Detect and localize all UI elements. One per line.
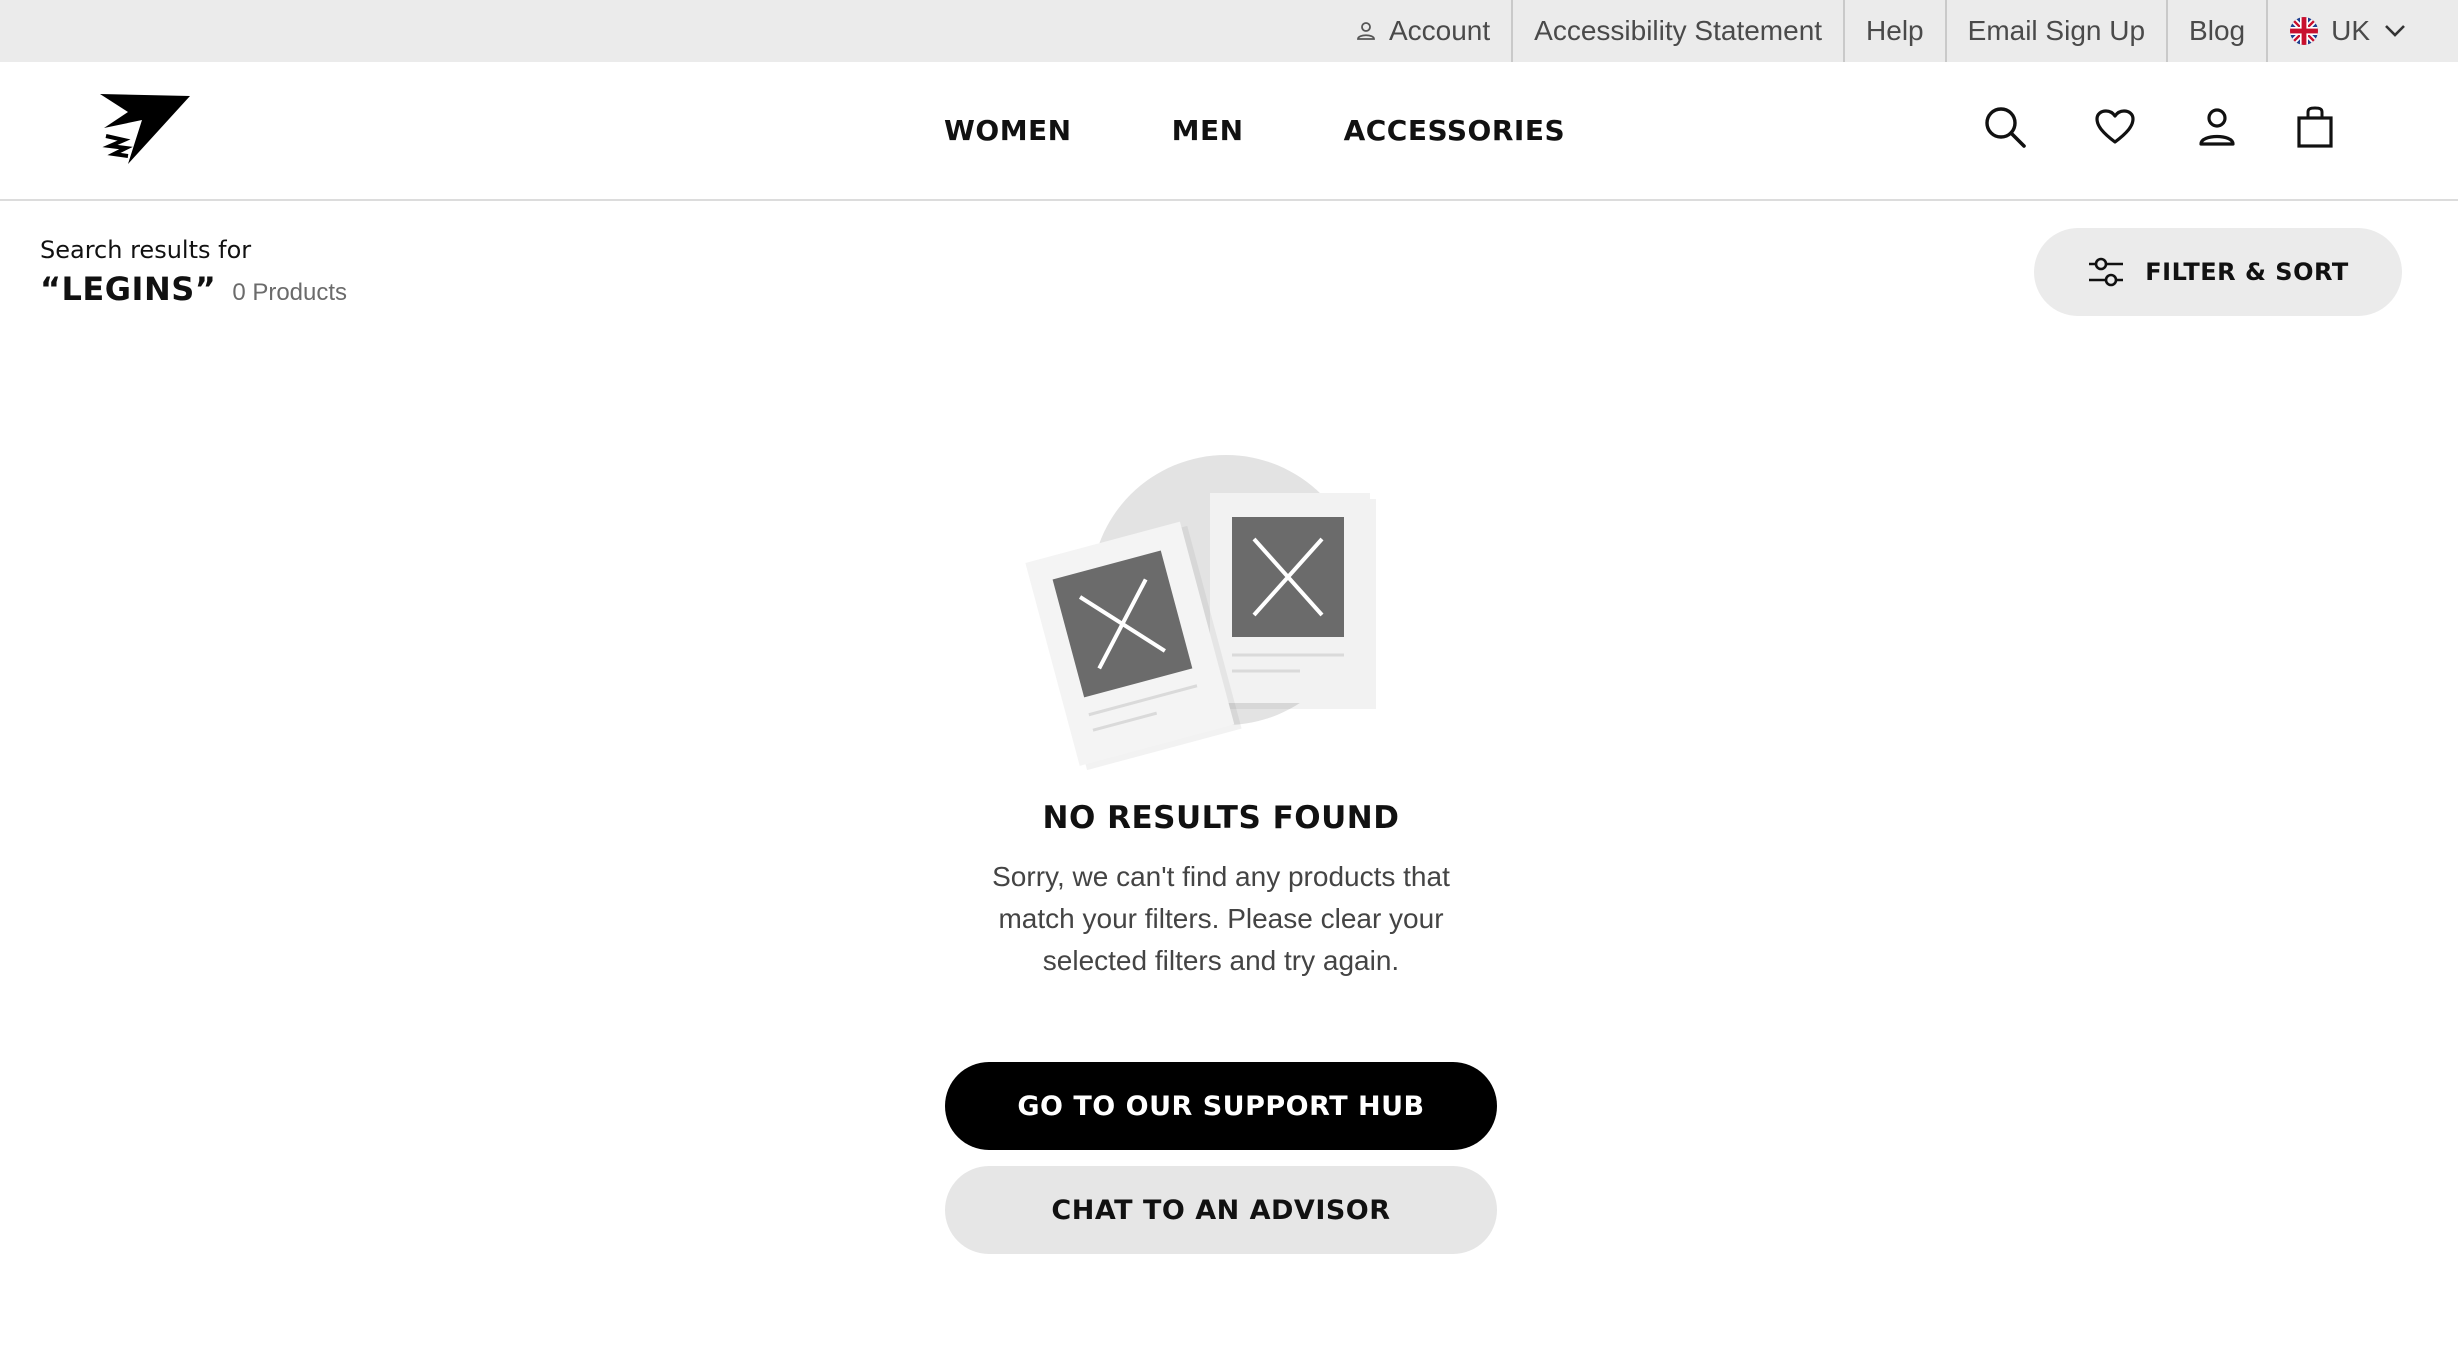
help-link[interactable]: Help — [1843, 0, 1945, 62]
search-summary: Search results for “LEGINS” 0 Products — [40, 236, 347, 308]
chat-advisor-button[interactable]: CHAT TO AN ADVISOR — [945, 1166, 1497, 1254]
no-results-title: NO RESULTS FOUND — [1042, 800, 1400, 836]
filter-sort-button[interactable]: FILTER & SORT — [2034, 228, 2402, 316]
nav-accessories[interactable]: ACCESSORIES — [1344, 114, 1566, 147]
region-label: UK — [2331, 15, 2370, 46]
search-term: “LEGINS” — [40, 270, 217, 308]
region-selector[interactable]: UK — [2266, 0, 2427, 62]
user-icon[interactable] — [2192, 102, 2242, 152]
help-label: Help — [1866, 15, 1924, 46]
search-term-row: “LEGINS” 0 Products — [40, 270, 347, 308]
chevron-down-icon — [2384, 24, 2406, 38]
nav-men[interactable]: MEN — [1172, 114, 1244, 147]
product-count: 0 Products — [232, 279, 348, 306]
filter-sort-label: FILTER & SORT — [2145, 258, 2349, 286]
no-results-illustration — [1010, 455, 1410, 785]
main-nav: WOMEN MEN ACCESSORIES — [944, 114, 1565, 147]
main-header: WOMEN MEN ACCESSORIES — [0, 62, 2458, 201]
utility-bar: Account Accessibility Statement Help Ema… — [0, 0, 2458, 62]
bag-icon[interactable] — [2290, 102, 2340, 152]
support-hub-button[interactable]: GO TO OUR SUPPORT HUB — [945, 1062, 1497, 1150]
heart-icon[interactable] — [2090, 102, 2140, 152]
no-results-message: Sorry, we can't find any products that m… — [992, 861, 1450, 976]
account-link[interactable]: Account — [1334, 0, 1511, 62]
accessibility-statement-label: Accessibility Statement — [1534, 15, 1823, 46]
email-sign-up-link[interactable]: Email Sign Up — [1944, 0, 2166, 62]
search-icon[interactable] — [1980, 102, 2030, 152]
email-sign-up-label: Email Sign Up — [1967, 15, 2146, 46]
accessibility-statement-link[interactable]: Accessibility Statement — [1511, 0, 1843, 62]
utility-links: Account Accessibility Statement Help Ema… — [1334, 0, 2427, 62]
blog-label: Blog — [2189, 15, 2246, 46]
search-results-label: Search results for — [40, 236, 252, 264]
account-link-label: Account — [1388, 15, 1491, 46]
sliders-icon — [2087, 256, 2125, 288]
person-outline-icon — [1355, 20, 1377, 42]
blog-link[interactable]: Blog — [2166, 0, 2266, 62]
nav-women[interactable]: WOMEN — [944, 114, 1072, 147]
gymshark-logo[interactable] — [98, 92, 194, 168]
uk-flag-icon — [2289, 16, 2319, 46]
